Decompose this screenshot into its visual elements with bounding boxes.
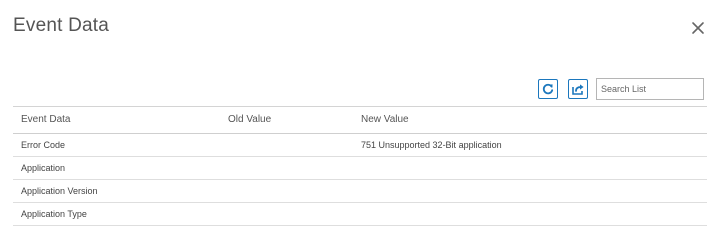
- close-icon: [692, 22, 704, 34]
- search-input[interactable]: [596, 78, 704, 100]
- column-header-new-value[interactable]: New Value: [361, 107, 409, 133]
- cell-event-data: Error Code: [21, 140, 66, 150]
- event-data-dialog: Event Data Event Data Old Value New Valu…: [0, 0, 723, 240]
- cell-event-data: Application Type: [21, 209, 87, 219]
- cell-event-data: Application Version: [21, 186, 98, 196]
- refresh-icon: [542, 83, 554, 95]
- cell-new-value: 751 Unsupported 32-Bit application: [361, 140, 502, 150]
- column-header-event-data[interactable]: Event Data: [21, 107, 70, 133]
- event-data-table: Event Data Old Value New Value Error Cod…: [13, 106, 707, 226]
- dialog-title: Event Data: [13, 15, 109, 36]
- export-icon: [572, 84, 584, 95]
- refresh-button[interactable]: [538, 79, 558, 99]
- cell-event-data: Application: [21, 163, 66, 173]
- column-header-old-value[interactable]: Old Value: [228, 107, 271, 133]
- table-row[interactable]: Application: [13, 157, 707, 180]
- export-button[interactable]: [568, 79, 588, 99]
- table-row[interactable]: Application Version: [13, 180, 707, 203]
- table-row[interactable]: Error Code 751 Unsupported 32-Bit applic…: [13, 134, 707, 157]
- table-row[interactable]: Application Type: [13, 203, 707, 226]
- table-header-row: Event Data Old Value New Value: [13, 106, 707, 134]
- close-button[interactable]: [688, 18, 708, 38]
